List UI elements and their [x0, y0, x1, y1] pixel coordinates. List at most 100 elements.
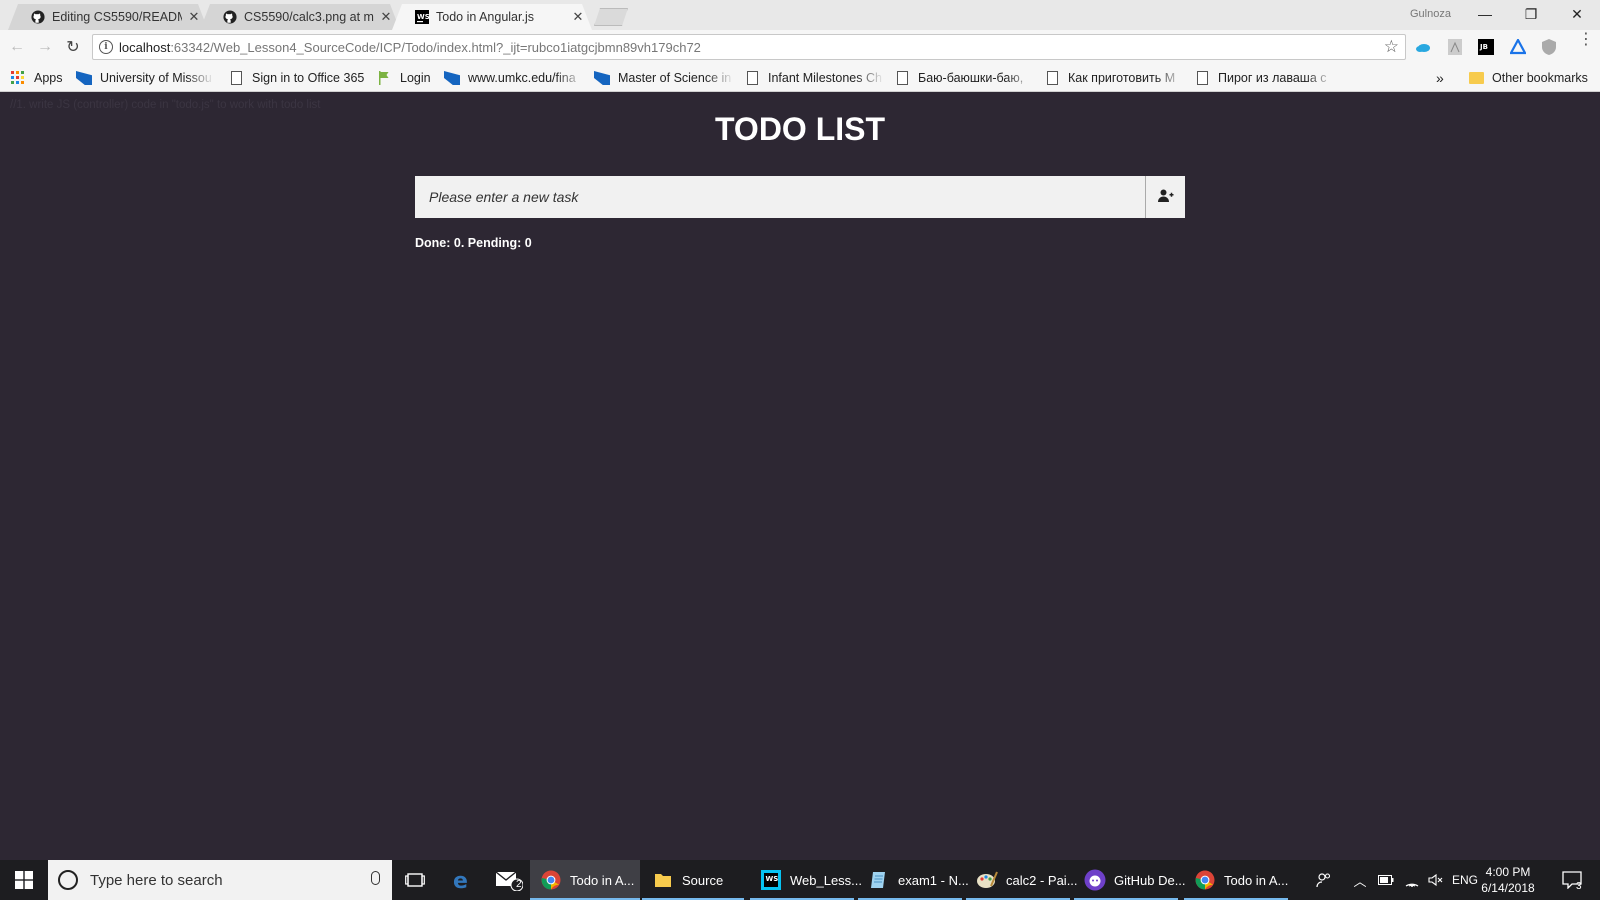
bookmark-apps[interactable]: Apps [10, 69, 63, 87]
webstorm-icon: WS [760, 869, 782, 891]
close-tab-icon[interactable]: ✕ [380, 9, 392, 25]
taskbar-app-chrome-todo-2[interactable]: Todo in A... [1184, 860, 1288, 900]
document-icon [1194, 70, 1210, 86]
microphone-icon[interactable] [371, 871, 380, 885]
mail-icon[interactable]: 2 [486, 860, 532, 900]
volume-muted-icon[interactable] [1424, 860, 1448, 900]
reload-icon[interactable]: ↻ [62, 36, 84, 58]
forward-icon[interactable]: → [34, 36, 56, 58]
jetbrains-icon[interactable]: JB [1477, 38, 1495, 56]
umkc-icon [444, 70, 460, 86]
chrome-icon [540, 869, 562, 891]
action-center-icon[interactable]: 3 [1552, 860, 1592, 900]
document-icon [744, 70, 760, 86]
folder-icon [652, 869, 674, 891]
windows-start-icon[interactable] [0, 860, 48, 900]
document-icon [1044, 70, 1060, 86]
bookmark-pirog-lavash[interactable]: Пирог из лаваша с [1194, 69, 1334, 87]
wifi-icon[interactable] [1400, 860, 1424, 900]
umkc-icon [594, 70, 610, 86]
bookmark-label: Login [400, 71, 431, 85]
profile-name[interactable]: Gulnoza [1410, 8, 1451, 20]
tab-todo-angular[interactable]: WS Todo in Angular.js ✕ [392, 4, 592, 30]
browser-titlebar: Editing CS5590/README ✕ CS5590/calc3.png… [0, 0, 1600, 30]
bookmark-label: Master of Science in [618, 71, 732, 85]
minimize-icon[interactable]: — [1462, 0, 1508, 28]
page-content: //1. write JS (controller) code in "todo… [0, 93, 1600, 860]
taskbar-app-webstorm[interactable]: WS Web_Less... [750, 860, 862, 900]
tab-label: Todo in Angular.js [436, 10, 534, 24]
taskbar-app-chrome-todo[interactable]: Todo in A... [530, 860, 640, 900]
info-icon[interactable]: i [99, 40, 113, 54]
code-comment: //1. write JS (controller) code in "todo… [10, 99, 321, 111]
taskbar-search-input[interactable]: Type here to search [48, 860, 392, 900]
clock[interactable]: 4:00 PM 6/14/2018 [1470, 864, 1546, 896]
other-bookmarks[interactable]: Other bookmarks [1468, 69, 1588, 87]
bookmark-university-missouri[interactable]: University of Missou [76, 69, 214, 87]
add-user-icon [1157, 189, 1174, 206]
bookmark-label: Other bookmarks [1492, 71, 1588, 85]
bookmark-label: www.umkc.edu/fina [468, 71, 576, 85]
close-tab-icon[interactable]: ✕ [188, 9, 200, 25]
bookmark-infant-milestones[interactable]: Infant Milestones Ch [744, 69, 884, 87]
add-task-button[interactable] [1146, 176, 1185, 218]
bookmark-star-icon[interactable]: ☆ [1384, 37, 1399, 57]
bookmark-label: Как приготовить М [1068, 71, 1176, 85]
more-bookmarks-button[interactable]: » [1436, 69, 1444, 87]
tab-calc3[interactable]: CS5590/calc3.png at mas ✕ [200, 4, 400, 30]
svg-text:JB: JB [1479, 43, 1488, 51]
new-tab-button[interactable] [594, 8, 628, 26]
github-icon [222, 10, 237, 25]
onedrive-icon[interactable] [1414, 38, 1432, 56]
bookmark-office365[interactable]: Sign in to Office 365 [228, 69, 364, 87]
bookmark-login[interactable]: Login [376, 69, 431, 87]
app-label: calc2 - Pai... [1006, 872, 1078, 888]
flag-icon [376, 70, 392, 86]
acrobat-icon[interactable] [1446, 38, 1464, 56]
github-icon [30, 10, 45, 25]
cortana-icon [58, 870, 78, 890]
apps-icon [10, 70, 26, 86]
umkc-icon [76, 70, 92, 86]
svg-text:WS: WS [766, 875, 779, 883]
battery-icon[interactable] [1374, 860, 1398, 900]
folder-icon [1468, 70, 1484, 86]
chevron-up-icon[interactable]: ︿ [1348, 860, 1372, 900]
restore-icon[interactable]: ❐ [1508, 0, 1554, 28]
bookmark-label: University of Missou [100, 71, 212, 85]
bookmark-label: Пирог из лаваша с [1218, 71, 1327, 85]
bookmark-label: Sign in to Office 365 [252, 71, 365, 85]
taskbar-app-notepad[interactable]: exam1 - N... [858, 860, 969, 900]
browser-menu-icon[interactable]: ⋮ [1578, 32, 1594, 48]
bookmark-umkc-finance[interactable]: www.umkc.edu/fina [444, 69, 584, 87]
app-label: Web_Less... [790, 872, 863, 888]
notification-count: 3 [1576, 881, 1582, 892]
bookmark-master-science[interactable]: Master of Science in [594, 69, 734, 87]
document-icon [228, 70, 244, 86]
bookmark-bayu-bayushki[interactable]: Баю-баюшки-баю, [894, 69, 1034, 87]
tab-label: CS5590/calc3.png at mas [244, 10, 374, 24]
browser-toolbar: ← → ↻ i localhost:63342/Web_Lesson4_Sour… [0, 30, 1600, 64]
task-view-icon[interactable] [392, 860, 438, 900]
notepad-icon [868, 869, 890, 891]
url-text: localhost:63342/Web_Lesson4_SourceCode/I… [119, 39, 701, 55]
edge-icon[interactable]: e [440, 860, 486, 900]
tab-editing-readme[interactable]: Editing CS5590/README ✕ [8, 4, 208, 30]
taskbar-app-github-desktop[interactable]: GitHub De... [1074, 860, 1186, 900]
app-label: Todo in A... [1224, 872, 1289, 888]
paint-icon [976, 869, 998, 891]
people-icon[interactable] [1310, 860, 1338, 900]
taskbar-app-source-folder[interactable]: Source [642, 860, 744, 900]
app-label: exam1 - N... [898, 872, 969, 888]
taskbar-app-paint[interactable]: calc2 - Pai... [966, 860, 1078, 900]
close-tab-icon[interactable]: ✕ [572, 9, 584, 25]
new-task-input[interactable] [415, 176, 1146, 218]
close-window-icon[interactable]: ✕ [1554, 0, 1600, 28]
back-icon[interactable]: ← [6, 36, 28, 58]
clock-time: 4:00 PM [1485, 865, 1531, 879]
shield-icon[interactable] [1540, 38, 1558, 56]
address-bar[interactable]: i localhost:63342/Web_Lesson4_SourceCode… [92, 34, 1406, 60]
webstorm-icon: WS [414, 10, 429, 25]
extension-triangle-icon[interactable] [1509, 38, 1527, 56]
bookmark-kak-prigotovit[interactable]: Как приготовить М [1044, 69, 1184, 87]
